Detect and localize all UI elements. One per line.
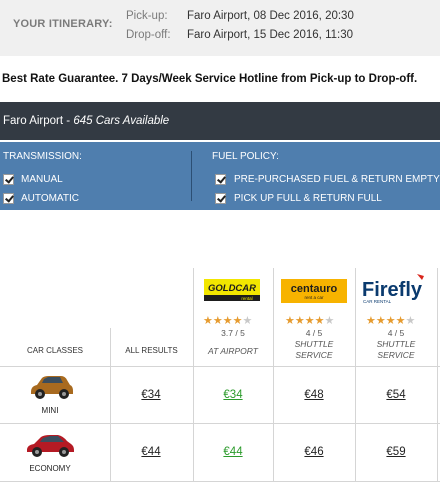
col-divider — [437, 268, 438, 482]
star-filled-icon: ★ — [395, 315, 406, 327]
goldcar-logo-text: GOLDCAR — [208, 283, 256, 294]
economy-goldcar-price[interactable]: €44 — [213, 446, 253, 458]
row-divider — [0, 423, 440, 424]
filters-panel: TRANSMISSION: MANUAL AUTOMATIC FUEL POLI… — [0, 142, 440, 210]
col-divider — [355, 268, 356, 482]
pickup-value: Faro Airport, 08 Dec 2016, 20:30 — [187, 10, 354, 22]
location-bar: Faro Airport - 645 Cars Available — [0, 102, 440, 140]
goldcar-logo[interactable]: GOLDCAR rental — [204, 279, 260, 301]
economy-all-results-price[interactable]: €44 — [131, 446, 171, 458]
star-filled-icon: ★ — [366, 315, 376, 327]
row-divider — [0, 366, 440, 367]
filter-prepurchased-fuel[interactable]: PRE-PURCHASED FUEL & RETURN EMPTY — [212, 170, 440, 189]
fuel-policy-filter: FUEL POLICY: PRE-PURCHASED FUEL & RETURN… — [212, 151, 440, 208]
centauro-rating: 4 / 5 — [305, 328, 323, 338]
goldcar-logo-sub: rental — [241, 296, 252, 301]
fuel-policy-title: FUEL POLICY: — [212, 151, 279, 162]
filter-full-to-full[interactable]: PICK UP FULL & RETURN FULL — [212, 189, 440, 208]
transmission-title: TRANSMISSION: — [3, 151, 82, 162]
col-divider — [273, 268, 274, 482]
filter-automatic[interactable]: AUTOMATIC — [3, 189, 82, 208]
pickup-label: Pick-up: — [126, 10, 168, 22]
manual-checkbox[interactable] — [3, 174, 14, 185]
star-filled-icon: ★ — [375, 315, 386, 327]
mini-class-label: MINI — [41, 406, 59, 415]
all-results-header[interactable]: ALL RESULTS — [110, 346, 193, 355]
manual-label: MANUAL — [21, 174, 63, 185]
firefly-logo-sub: CAR RENTAL — [363, 299, 392, 304]
star-empty-icon: ★ — [324, 315, 335, 327]
economy-car-image[interactable] — [24, 430, 76, 463]
location-separator: - — [63, 115, 74, 127]
firefly-rating: 4 / 5 — [387, 328, 405, 338]
results-table: CAR CLASSES ALL RESULTS GOLDCAR rental ★… — [0, 268, 440, 482]
firefly-subtitle: SHUTTLE SERVICE — [376, 339, 416, 360]
star-empty-icon: ★ — [242, 315, 253, 327]
centauro-logo-sub: rent a car — [304, 295, 324, 300]
mini-all-results-price[interactable]: €34 — [131, 389, 171, 401]
goldcar-subtitle: AT AIRPORT — [208, 346, 258, 356]
full-to-full-checkbox[interactable] — [215, 193, 226, 204]
star-filled-icon: ★ — [232, 315, 243, 327]
star-filled-icon: ★ — [203, 315, 213, 327]
automatic-checkbox[interactable] — [3, 193, 14, 204]
star-filled-icon: ★ — [385, 315, 396, 327]
filter-divider — [191, 151, 192, 201]
centauro-logo[interactable]: centauro rent a car — [281, 279, 347, 303]
mini-goldcar-price[interactable]: €34 — [213, 389, 253, 401]
dropoff-label: Drop-off: — [126, 29, 171, 41]
star-filled-icon: ★ — [294, 315, 305, 327]
star-filled-icon: ★ — [285, 315, 295, 327]
rate-guarantee-text: Best Rate Guarantee. 7 Days/Week Service… — [2, 73, 418, 85]
star-filled-icon: ★ — [212, 315, 223, 327]
dropoff-value: Faro Airport, 15 Dec 2016, 11:30 — [187, 29, 353, 41]
centauro-logo-text: centauro — [291, 283, 338, 295]
star-filled-icon: ★ — [314, 315, 325, 327]
car-classes-header: CAR CLASSES — [26, 346, 84, 355]
automatic-label: AUTOMATIC — [21, 193, 79, 204]
mini-firefly-price[interactable]: €54 — [376, 389, 416, 401]
centauro-rating-stars: ★★★★★ — [285, 314, 334, 327]
location-name: Faro Airport — [3, 115, 64, 127]
col-divider — [193, 268, 194, 482]
goldcar-rating-stars: ★★★★★ — [203, 314, 252, 327]
mini-centauro-price[interactable]: €48 — [294, 389, 334, 401]
star-filled-icon: ★ — [222, 315, 233, 327]
firefly-rating-stars: ★★★★★ — [366, 314, 415, 327]
goldcar-rating: 3.7 / 5 — [221, 328, 245, 338]
transmission-filter: TRANSMISSION: MANUAL AUTOMATIC — [3, 151, 82, 208]
star-filled-icon: ★ — [304, 315, 315, 327]
prepurchased-fuel-checkbox[interactable] — [215, 174, 226, 185]
itinerary-panel: YOUR ITINERARY: Pick-up: Faro Airport, 0… — [0, 0, 440, 56]
firefly-logo[interactable]: Firefly CAR RENTAL — [362, 272, 432, 306]
filter-manual[interactable]: MANUAL — [3, 170, 82, 189]
full-to-full-label: PICK UP FULL & RETURN FULL — [234, 193, 382, 204]
economy-firefly-price[interactable]: €59 — [376, 446, 416, 458]
prepurchased-fuel-label: PRE-PURCHASED FUEL & RETURN EMPTY — [234, 174, 440, 185]
economy-class-label: ECONOMY — [29, 464, 71, 473]
itinerary-title: YOUR ITINERARY: — [13, 18, 113, 30]
mini-car-image[interactable] — [27, 372, 75, 405]
cars-available-count: 645 Cars Available — [73, 115, 170, 127]
firefly-logo-text: Firefly — [362, 279, 423, 301]
economy-centauro-price[interactable]: €46 — [294, 446, 334, 458]
centauro-subtitle: SHUTTLE SERVICE — [294, 339, 334, 360]
star-empty-icon: ★ — [405, 315, 416, 327]
